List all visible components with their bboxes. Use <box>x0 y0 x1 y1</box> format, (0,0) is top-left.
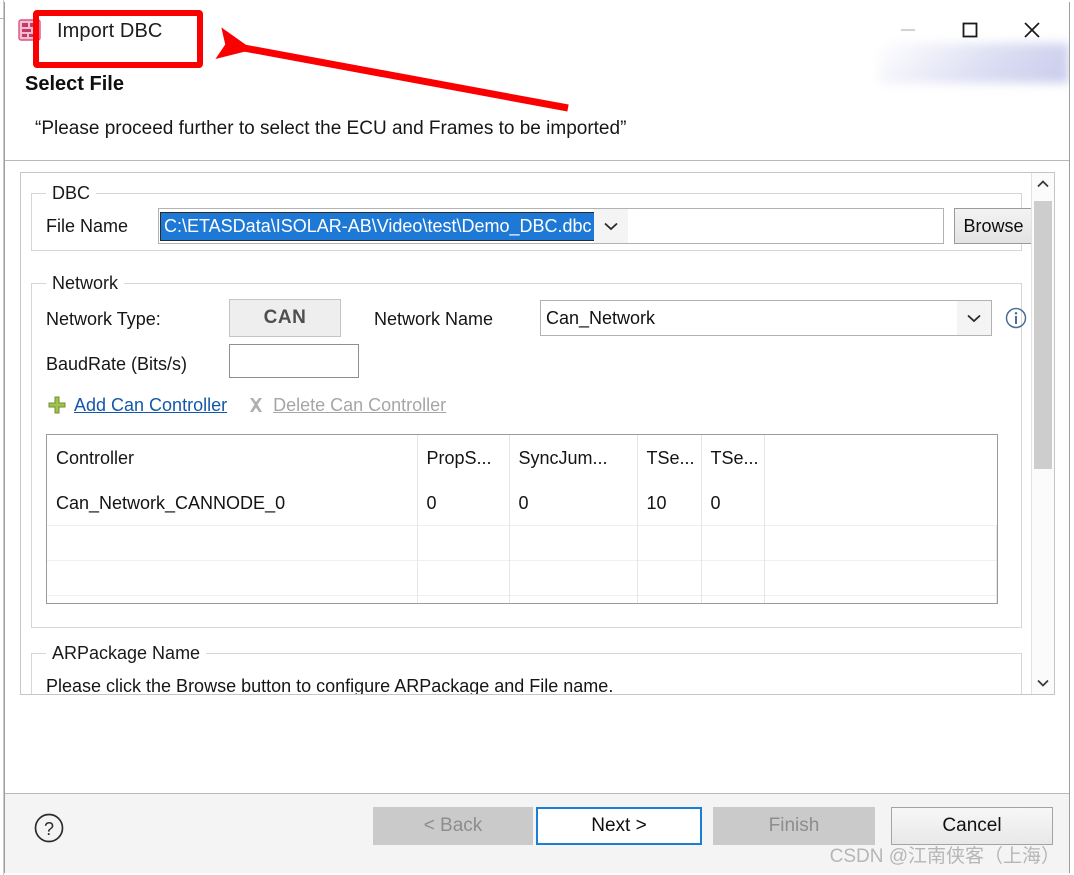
cell-controller: Can_Network_CANNODE_0 <box>47 481 418 526</box>
column-header-propseg[interactable]: PropS... <box>417 435 510 481</box>
file-name-combo[interactable]: C:\ETASData\ISOLAR-AB\Video\test\Demo_DB… <box>158 208 944 244</box>
add-can-controller-link[interactable]: Add Can Controller <box>46 394 227 416</box>
network-group: Network Network Type: CAN Network Name C… <box>31 273 1027 628</box>
table-empty-row <box>47 595 997 603</box>
cancel-button[interactable]: Cancel <box>891 807 1053 845</box>
maximize-button[interactable] <box>939 8 1001 52</box>
scroll-up-button[interactable] <box>1032 173 1054 195</box>
chevron-up-icon <box>1037 180 1049 188</box>
delete-can-controller-link[interactable]: Delete Can Controller <box>245 394 446 416</box>
chevron-down-icon[interactable] <box>593 209 628 243</box>
dbc-group-legend: DBC <box>46 183 97 204</box>
window-title: Import DBC <box>57 20 163 42</box>
network-type-label: Network Type: <box>46 309 161 329</box>
cell-tseg1: 10 <box>637 481 702 526</box>
column-header-tseg2[interactable]: TSe... <box>701 435 765 481</box>
column-header-empty[interactable] <box>764 435 997 481</box>
dialog-header: Import DBC Select File “Please proceed f <box>5 3 1069 161</box>
cell-propseg: 0 <box>417 481 510 526</box>
cell-syncjump: 0 <box>509 481 638 526</box>
next-button[interactable]: Next > <box>536 807 702 845</box>
can-controller-table[interactable]: Controller PropS... SyncJum... TSe... TS… <box>46 434 998 604</box>
cell-empty <box>764 481 997 526</box>
watermark: CSDN @江南侠客（上海） <box>829 846 1060 867</box>
file-name-value: C:\ETASData\ISOLAR-AB\Video\test\Demo_DB… <box>160 211 595 241</box>
settings-scroll-panel: DBC File Name C:\ETASData\ISOLAR-AB\Vide… <box>20 172 1055 695</box>
arpackage-note: Please click the Browse button to config… <box>46 676 614 695</box>
back-button[interactable]: < Back <box>373 807 533 845</box>
dbc-file-icon <box>17 17 43 43</box>
dbc-group: DBC File Name C:\ETASData\ISOLAR-AB\Vide… <box>31 183 1033 251</box>
arpackage-group-legend: ARPackage Name <box>46 643 207 664</box>
plus-icon <box>46 394 68 416</box>
vertical-scrollbar[interactable] <box>1031 173 1054 694</box>
minimize-icon <box>901 29 915 31</box>
delete-can-controller-label: Delete Can Controller <box>273 394 447 415</box>
maximize-icon <box>962 22 978 38</box>
chevron-down-icon[interactable] <box>957 301 991 335</box>
cell-tseg2: 0 <box>701 481 765 526</box>
page-title: Select File <box>25 73 124 95</box>
network-group-legend: Network <box>46 273 125 294</box>
minimize-button[interactable] <box>877 8 939 52</box>
page-description: “Please proceed further to select the EC… <box>35 118 627 139</box>
close-icon <box>1024 22 1040 38</box>
controller-actions: Add Can Controller Delete Can Controller <box>46 394 464 416</box>
scroll-down-button[interactable] <box>1032 672 1054 694</box>
browse-button[interactable]: Browse <box>954 208 1033 244</box>
arpackage-group: ARPackage Name Please click the Browse b… <box>31 643 1022 695</box>
window-controls <box>877 7 1063 53</box>
info-icon[interactable] <box>1004 306 1028 335</box>
column-header-controller[interactable]: Controller <box>47 435 418 481</box>
file-name-label: File Name <box>46 216 129 236</box>
svg-text:?: ? <box>44 819 54 839</box>
baudrate-input[interactable] <box>229 344 359 378</box>
help-icon: ? <box>34 813 64 843</box>
finish-button[interactable]: Finish <box>713 807 875 845</box>
column-header-syncjumpwidth[interactable]: SyncJum... <box>509 435 638 481</box>
scrollbar-thumb[interactable] <box>1034 201 1052 469</box>
network-type-value: CAN <box>229 299 341 337</box>
close-button[interactable] <box>1001 8 1063 52</box>
help-button[interactable]: ? <box>33 812 65 849</box>
table-row[interactable]: Can_Network_CANNODE_0 0 0 10 0 <box>47 481 997 526</box>
dialog-body: DBC File Name C:\ETASData\ISOLAR-AB\Vide… <box>5 162 1069 793</box>
cross-icon <box>245 394 267 416</box>
table-empty-row <box>47 560 997 596</box>
table-empty-row <box>47 525 997 561</box>
network-name-value: Can_Network <box>546 307 656 328</box>
table-header-row: Controller PropS... SyncJum... TSe... TS… <box>47 435 997 481</box>
settings-content: DBC File Name C:\ETASData\ISOLAR-AB\Vide… <box>21 173 1033 695</box>
column-header-tseg1[interactable]: TSe... <box>637 435 702 481</box>
network-name-combo[interactable]: Can_Network <box>540 300 992 336</box>
chevron-down-icon <box>1037 679 1049 687</box>
add-can-controller-label: Add Can Controller <box>74 394 228 415</box>
baudrate-label: BaudRate (Bits/s) <box>46 354 188 374</box>
import-dbc-dialog: Import DBC Select File “Please proceed f <box>0 0 1074 875</box>
network-name-label: Network Name <box>374 309 494 329</box>
